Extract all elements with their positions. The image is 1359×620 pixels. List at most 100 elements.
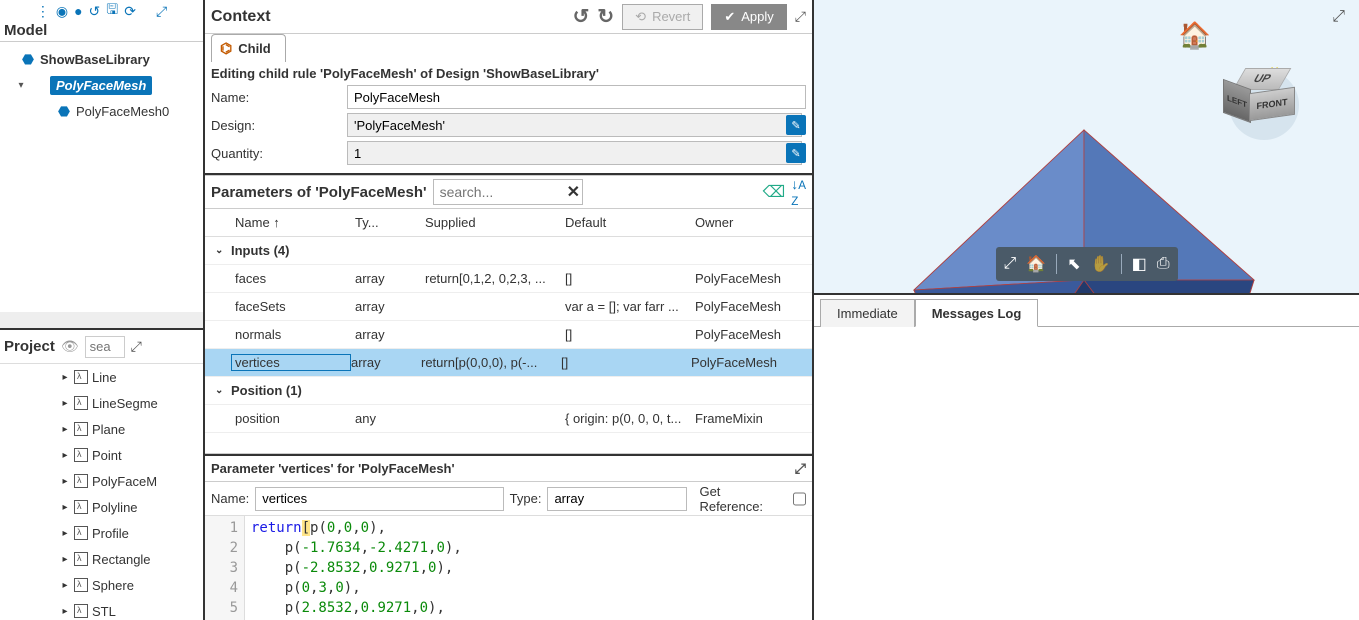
caret-right-icon[interactable]: ▸ [60,528,70,539]
caret-right-icon[interactable]: ▸ [60,424,70,435]
tab-immediate[interactable]: Immediate [820,299,915,327]
caret-right-icon[interactable]: ▸ [60,580,70,591]
select-icon[interactable]: ⬉ [1067,254,1080,274]
editor-type-input[interactable] [547,487,687,511]
undo-icon[interactable]: ↺ [89,3,101,20]
project-item-label: STL [92,604,116,619]
refresh-icon[interactable]: ⟳ [124,3,136,20]
param-owner: PolyFaceMesh [695,299,805,314]
getref-checkbox[interactable] [793,487,806,511]
messages-log-area[interactable] [814,327,1359,620]
param-name: faceSets [235,299,355,314]
target-icon[interactable]: ◉ [56,3,68,20]
caret-right-icon[interactable]: ▸ [60,476,70,487]
parameters-panel: Parameters of 'PolyFaceMesh' ✕ ⌫ ↓AZ Nam… [205,175,812,454]
name-input[interactable] [347,85,806,109]
col-supplied[interactable]: Supplied [425,215,565,230]
edit-icon[interactable]: ✎ [786,115,806,135]
tab-child[interactable]: ⌬ Child [211,34,286,62]
code-editor[interactable]: 12345 return[p(0,0,0), p(-1.7634,-2.4271… [205,516,812,620]
param-group[interactable]: ⌄Inputs (4) [205,237,812,265]
param-row[interactable]: faceSetsarrayvar a = []; var farr ...Pol… [205,293,812,321]
tree-item-selected[interactable]: ▾ ⬣ PolyFaceMesh [0,72,203,98]
design-input[interactable] [347,113,802,137]
project-item[interactable]: ▸ PolyFaceM [60,468,203,494]
expand-icon[interactable]: ⤢ [131,338,142,355]
project-item[interactable]: ▸ Point [60,442,203,468]
col-owner[interactable]: Owner [695,215,805,230]
apply-button[interactable]: ✔Apply [711,4,786,30]
expand-icon[interactable]: ⤢ [795,460,806,477]
param-row[interactable]: verticesarrayreturn[p(0,0,0), p(-...[]Po… [205,349,812,377]
param-name: faces [235,271,355,286]
project-item-label: Profile [92,526,129,541]
caret-right-icon[interactable]: ▸ [60,450,70,461]
expand-icon[interactable]: ⤢ [795,8,806,25]
tree-item-child[interactable]: ⬣ PolyFaceMesh0 [0,98,203,124]
clear-icon[interactable]: ✕ [567,182,580,202]
circle-icon[interactable]: ● [74,3,82,19]
project-item[interactable]: ▸ Profile [60,520,203,546]
tree-item-label: ShowBaseLibrary [40,52,150,67]
project-item[interactable]: ▸Rectangle [60,546,203,572]
param-row[interactable]: facesarrayreturn[0,1,2, 0,2,3, ...[]Poly… [205,265,812,293]
caret-right-icon[interactable]: ▸ [60,398,70,409]
caret-right-icon[interactable]: ▸ [60,502,70,513]
redo-icon[interactable]: ↻ [597,4,614,29]
context-panel: Context ↺ ↻ ⟲Revert ✔Apply ⤢ ⌬ Child Edi… [205,0,812,175]
param-default: [] [561,355,691,370]
editor-name-input[interactable] [255,487,503,511]
caret-down-icon[interactable]: ▾ [16,80,26,91]
undo-icon[interactable]: ↺ [573,4,590,29]
project-search-input[interactable] [85,336,125,358]
eraser-icon[interactable]: ⌫ [763,182,786,202]
project-item[interactable]: ▸Polyline [60,494,203,520]
param-row[interactable]: positionany{ origin: p(0, 0, 0, t...Fram… [205,405,812,433]
params-search-input[interactable] [433,179,583,205]
project-title: Project [4,338,55,355]
caret-right-icon[interactable]: ▸ [60,554,70,565]
cube-icon: ⬣ [30,77,46,93]
expand-icon[interactable]: ⤢ [156,3,167,20]
box-icon[interactable]: ◧ [1132,254,1147,274]
param-default: { origin: p(0, 0, 0, t... [565,411,695,426]
caret-right-icon[interactable]: ▸ [60,372,70,383]
project-item[interactable]: ▸Line [60,364,203,390]
model-scrollbar[interactable] [0,312,203,328]
quantity-input[interactable] [347,141,802,165]
project-item[interactable]: ▸ LineSegme [60,390,203,416]
project-item[interactable]: ▸Sphere [60,572,203,598]
caret-down-icon[interactable]: ⌄ [215,245,231,256]
tree-item-root[interactable]: ⬣ ShowBaseLibrary [0,46,203,72]
tab-messages-log[interactable]: Messages Log [915,299,1039,327]
project-item-label: LineSegme [92,396,158,411]
bottom-tabs: Immediate Messages Log [814,295,1359,327]
context-editing-line: Editing child rule 'PolyFaceMesh' of Des… [205,62,812,83]
revert-button[interactable]: ⟲Revert [622,4,703,30]
caret-down-icon[interactable]: ⌄ [215,385,231,396]
caret-right-icon[interactable]: ▸ [60,606,70,617]
save-icon[interactable]: 🖫 [106,0,118,23]
col-default[interactable]: Default [565,215,695,230]
home-icon[interactable]: 🏠 [1026,254,1046,274]
edit-icon[interactable]: ✎ [786,143,806,163]
export-icon[interactable]: ⎙ [1157,255,1170,273]
param-row[interactable]: normalsarray[]PolyFaceMesh [205,321,812,349]
file-icon [74,370,88,384]
eye-off-icon[interactable]: 👁 [61,338,79,355]
project-item-label: PolyFaceM [92,474,157,489]
col-name[interactable]: Name ↑ [235,215,355,230]
project-item[interactable]: ▸ STL [60,598,203,620]
project-item[interactable]: ▸Plane [60,416,203,442]
pan-icon[interactable]: ✋ [1091,254,1111,274]
param-group[interactable]: ⌄Position (1) [205,377,812,405]
viewport-3d[interactable]: ⤢ 🏠 Y X Z UP LEFT FRONT ⤢ [814,0,1359,295]
fit-icon[interactable]: ⤢ [1004,255,1017,273]
sort-az-icon[interactable]: ↓AZ [791,176,806,208]
col-type[interactable]: Ty... [355,215,425,230]
project-item-label: Point [92,448,122,463]
file-icon [74,552,88,566]
param-supplied: return[0,1,2, 0,2,3, ... [425,271,565,286]
file-icon [74,422,88,436]
group-label: Position (1) [231,383,302,398]
